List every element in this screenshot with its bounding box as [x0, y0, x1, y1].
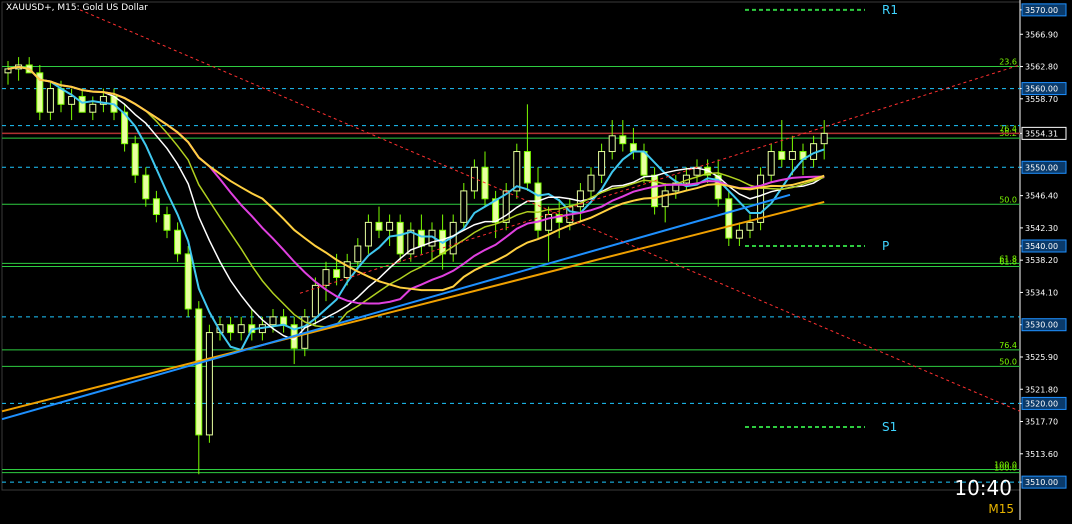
candle-body — [364, 221, 372, 247]
candle-body — [788, 151, 796, 160]
ma-olive-line — [7, 66, 825, 328]
candle-body — [767, 151, 775, 176]
candle-body — [820, 132, 828, 145]
candle-body — [417, 229, 425, 247]
candle-body — [386, 221, 394, 231]
candle-body — [142, 174, 150, 200]
price-label: 3560.00 — [1025, 85, 1058, 94]
chart-root: 23.6 76.4 38.2 50.0 61.8 61.8 76.4 50.0 100.0 100… — [0, 0, 1072, 520]
price-label: 3570.00 — [1025, 6, 1058, 15]
candle-body — [227, 324, 235, 334]
price-label: 3525.90 — [1025, 353, 1058, 362]
candle-body — [396, 221, 404, 255]
candle-body — [237, 324, 245, 334]
candle-body — [184, 253, 192, 310]
price-label: 3540.00 — [1025, 242, 1058, 251]
candle-body — [333, 269, 341, 278]
ma-white-line — [7, 66, 825, 341]
fib-level-label: 76.4 — [999, 341, 1017, 350]
price-label: 3521.80 — [1025, 385, 1058, 394]
plot-frame — [1, 1, 1021, 491]
candle-body — [280, 316, 288, 326]
candle-body — [163, 214, 171, 231]
candle-body — [78, 95, 86, 113]
fib-level-label: 61.8 — [999, 257, 1017, 266]
candle-body — [598, 151, 606, 176]
clock-readout: 10:40 — [954, 476, 1012, 500]
candle-body — [322, 269, 330, 286]
price-label: 3530.00 — [1025, 321, 1058, 330]
price-label: 3554.31 — [1025, 129, 1058, 138]
candle-body — [375, 221, 383, 231]
channel-line-down — [79, 9, 1021, 412]
candle-body — [608, 135, 616, 153]
price-chart: 23.676.438.250.061.861.876.450.0100.0100… — [1, 0, 1067, 520]
fib-level-label: 50.0 — [999, 357, 1017, 366]
candle-body — [89, 103, 97, 113]
fib-level-label: 23.6 — [999, 58, 1017, 67]
candle-body — [152, 198, 160, 216]
candle-body — [746, 221, 754, 231]
candle-body — [735, 229, 743, 239]
candle-body — [195, 308, 203, 436]
candle-body — [619, 135, 627, 145]
fib-level-label: 100.0 — [994, 464, 1017, 473]
pivot-level-label: S1 — [882, 420, 897, 434]
price-label: 3520.00 — [1025, 399, 1058, 408]
price-label: 3538.20 — [1025, 256, 1058, 265]
candle-body — [587, 174, 595, 192]
price-label: 3510.00 — [1025, 478, 1058, 487]
price-label: 3546.40 — [1025, 192, 1058, 201]
price-label: 3558.70 — [1025, 95, 1058, 104]
candle-body — [205, 332, 213, 436]
candle-body — [629, 143, 637, 153]
candle-body — [131, 143, 139, 176]
candle-body — [470, 166, 478, 192]
candle-body — [661, 190, 669, 208]
trend-line — [1, 193, 791, 421]
candle-body — [725, 198, 733, 239]
price-label: 3562.80 — [1025, 63, 1058, 72]
pivot-level-label: R1 — [882, 3, 898, 17]
candle-body — [354, 245, 362, 263]
candle-body — [545, 214, 553, 231]
candle-body — [174, 229, 182, 255]
fib-level-label: 50.0 — [999, 195, 1017, 204]
pivot-level-label: P — [882, 239, 889, 253]
candle-body — [757, 174, 765, 223]
price-label: 3517.70 — [1025, 418, 1058, 427]
price-label: 3534.10 — [1025, 288, 1058, 297]
price-label: 3542.30 — [1025, 224, 1058, 233]
candle-body — [513, 151, 521, 192]
price-label: 3566.90 — [1025, 30, 1058, 39]
timeframe-label: M15 — [988, 502, 1014, 516]
candle-body — [46, 88, 54, 113]
chart-title: XAUUSD+, M15: Gold US Dollar — [6, 3, 148, 13]
candle-body — [778, 151, 786, 160]
price-label: 3513.60 — [1025, 450, 1058, 459]
price-label: 3550.00 — [1025, 163, 1058, 172]
channel-line-up — [299, 64, 1021, 294]
candle-body — [460, 190, 468, 223]
candle-body — [311, 284, 319, 318]
candle-body — [523, 151, 531, 184]
candle-body — [269, 316, 277, 326]
